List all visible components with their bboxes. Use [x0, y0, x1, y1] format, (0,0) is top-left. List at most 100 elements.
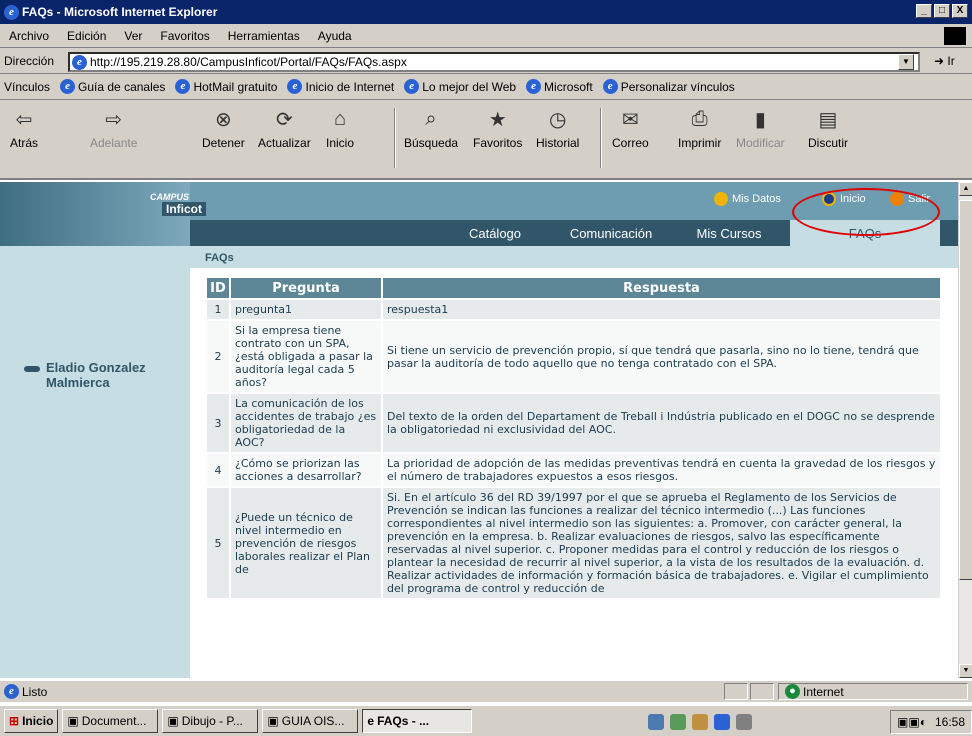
- menu-ver[interactable]: Ver: [115, 29, 151, 43]
- scroll-up-icon[interactable]: ▲: [959, 182, 972, 196]
- history-label: Historial: [536, 136, 580, 150]
- refresh-icon: ⟳: [275, 108, 293, 131]
- channels-icon[interactable]: [736, 714, 752, 730]
- print-button[interactable]: ⎙ Imprimir: [678, 106, 722, 151]
- ie-launch-icon[interactable]: [714, 714, 730, 730]
- link-icon: e: [602, 79, 618, 94]
- task-document[interactable]: ▣ Document...: [62, 709, 159, 733]
- discuss-label: Discutir: [808, 136, 849, 150]
- faq-answer: Si tiene un servicio de prevención propi…: [383, 321, 940, 392]
- link-hotmail[interactable]: e HotMail gratuito: [175, 79, 277, 94]
- table-row: 5 ¿Puede un técnico de nivel intermedio …: [207, 488, 940, 598]
- home-label: Inicio: [326, 136, 355, 150]
- maximize-button[interactable]: □: [934, 4, 950, 18]
- task-guia[interactable]: ▣ GUIA OIS...: [262, 709, 359, 733]
- go-button[interactable]: ➜ Ir: [934, 54, 955, 68]
- search-label: Búsqueda: [404, 136, 459, 150]
- link-label: Lo mejor del Web: [422, 79, 517, 94]
- status-pane: [724, 683, 748, 700]
- links-label: Vínculos: [4, 79, 51, 94]
- go-arrow-icon: ➜: [934, 54, 945, 68]
- refresh-button[interactable]: ⟳ Actualizar: [258, 106, 311, 151]
- word-icon: ▣: [67, 714, 79, 728]
- address-input[interactable]: e http://195.219.28.80/CampusInficot/Por…: [68, 52, 920, 72]
- discuss-icon: ▤: [818, 108, 838, 131]
- history-button[interactable]: ◷ Historial: [536, 106, 580, 151]
- menu-archivo[interactable]: Archivo: [0, 29, 58, 43]
- page-icon: e: [72, 54, 87, 70]
- home-button[interactable]: ⌂ Inicio: [326, 106, 355, 151]
- window-title: FAQs - Microsoft Internet Explorer: [22, 5, 218, 19]
- mail-label: Correo: [612, 136, 649, 150]
- media-icon[interactable]: [692, 714, 708, 730]
- link-label: Microsoft: [544, 79, 593, 94]
- menu-favoritos[interactable]: Favoritos: [151, 29, 218, 43]
- user-name: Eladio Gonzalez Malmierca: [46, 360, 146, 390]
- user-info: Eladio Gonzalez Malmierca: [24, 360, 186, 390]
- search-button[interactable]: ⌕ Búsqueda: [404, 106, 459, 151]
- faq-question: La comunicación de los accidentes de tra…: [231, 394, 381, 452]
- section-title: FAQs: [190, 246, 958, 268]
- close-button[interactable]: X: [952, 4, 968, 18]
- word-icon: ▣: [267, 714, 279, 728]
- tab-catalogo[interactable]: Catálogo: [440, 220, 550, 246]
- menu-herramientas[interactable]: Herramientas: [219, 29, 309, 43]
- table-row: 4 ¿Cómo se priorizan las acciones a desa…: [207, 454, 940, 486]
- ie-logo-icon: e: [4, 4, 19, 20]
- scroll-thumb[interactable]: [959, 200, 972, 580]
- toolbar-separator: [394, 108, 396, 168]
- favorites-button[interactable]: ★ Favoritos: [473, 106, 522, 151]
- menu-edicion[interactable]: Edición: [58, 29, 115, 43]
- tab-comunicacion[interactable]: Comunicación: [556, 220, 666, 246]
- task-faqs[interactable]: e FAQs - ...: [362, 709, 473, 733]
- link-microsoft[interactable]: e Microsoft: [526, 79, 593, 94]
- link-guia-canales[interactable]: e Guía de canales: [60, 79, 165, 94]
- security-zone: ● Internet: [778, 683, 968, 700]
- menu-ayuda[interactable]: Ayuda: [309, 29, 361, 43]
- table-row: 1 pregunta1 respuesta1: [207, 300, 940, 319]
- mail-button[interactable]: ✉ Correo: [612, 106, 649, 151]
- tab-mis-cursos[interactable]: Mis Cursos: [674, 220, 784, 246]
- faq-id: 5: [207, 488, 229, 598]
- link-icon: e: [60, 79, 76, 94]
- minimize-button[interactable]: _: [916, 4, 932, 18]
- edit-icon: ▮: [754, 108, 766, 131]
- task-label: GUIA OIS...: [281, 714, 345, 728]
- task-dibujo[interactable]: ▣ Dibujo - P...: [162, 709, 259, 733]
- link-label: Inicio de Internet: [305, 79, 395, 94]
- ie-icon: e: [367, 714, 375, 728]
- status-text: Listo: [22, 684, 48, 699]
- highlight-oval: [792, 188, 940, 236]
- faq-id: 1: [207, 300, 229, 319]
- favorites-icon: ★: [488, 108, 507, 131]
- edit-button[interactable]: ▮ Modificar: [736, 106, 785, 151]
- forward-button[interactable]: ⇨ Adelante: [90, 106, 137, 151]
- scroll-down-icon[interactable]: ▼: [959, 664, 972, 678]
- taskbar: ⊞ Inicio ▣ Document... ▣ Dibujo - P... ▣ GU…: [0, 704, 972, 736]
- links-bar: Vínculos e Guía de canales e HotMail gratu…: [0, 74, 972, 100]
- task-label: FAQs - ...: [377, 714, 430, 728]
- start-button[interactable]: ⊞ Inicio: [4, 709, 59, 733]
- paint-icon: ▣: [167, 714, 179, 728]
- faq-question: pregunta1: [231, 300, 381, 319]
- back-button[interactable]: ⇦ Atrás: [10, 106, 38, 151]
- discuss-button[interactable]: ▤ Discutir: [808, 106, 849, 151]
- col-respuesta: Respuesta: [383, 278, 940, 298]
- vertical-scrollbar[interactable]: ▲ ▼: [958, 182, 972, 678]
- desktop-icon[interactable]: [648, 714, 664, 730]
- faq-question: Si la empresa tiene contrato con un SPA,…: [231, 321, 381, 392]
- stop-icon: ⊗: [214, 108, 232, 131]
- menu-bar: Archivo Edición Ver Favoritos Herramient…: [0, 24, 972, 48]
- mis-datos-link[interactable]: Mis Datos: [714, 192, 781, 206]
- page-viewport: CAMPUS Inficot Mis Datos Inicio Salir Ca…: [0, 182, 958, 678]
- faq-id: 4: [207, 454, 229, 486]
- link-mejor-web[interactable]: e Lo mejor del Web: [404, 79, 516, 94]
- faq-id: 2: [207, 321, 229, 392]
- link-inicio-internet[interactable]: e Inicio de Internet: [287, 79, 394, 94]
- address-dropdown-icon[interactable]: ▼: [898, 54, 914, 70]
- link-personalizar[interactable]: e Personalizar vínculos: [602, 79, 735, 94]
- mis-datos-label: Mis Datos: [732, 193, 781, 205]
- print-label: Imprimir: [678, 136, 722, 150]
- outlook-icon[interactable]: [670, 714, 686, 730]
- stop-button[interactable]: ⊗ Detener: [202, 106, 245, 151]
